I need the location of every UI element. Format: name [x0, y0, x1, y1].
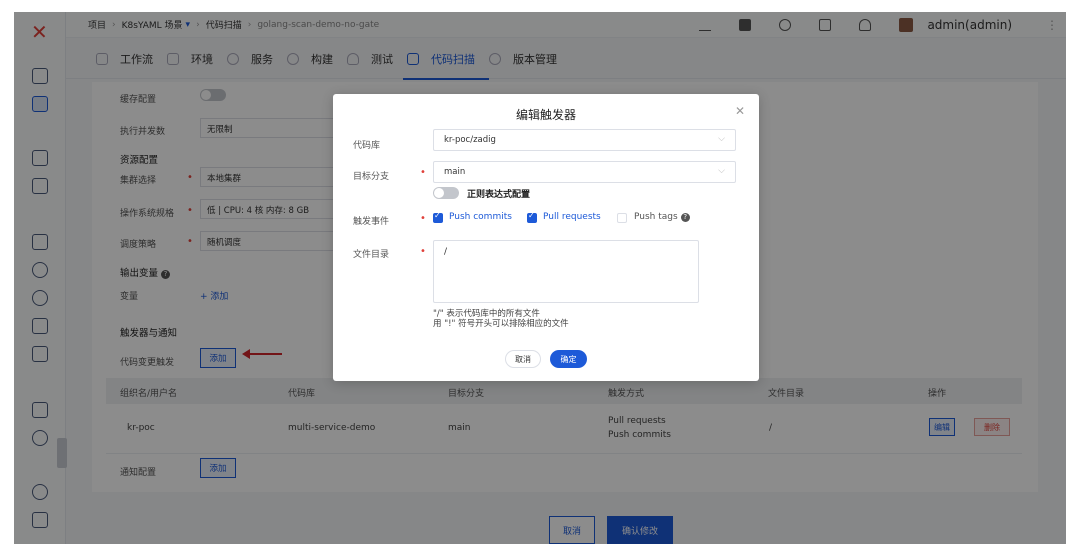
branch-label: 目标分支: [353, 172, 390, 182]
required-mark: •: [420, 246, 426, 257]
help-icon[interactable]: ?: [680, 213, 690, 222]
push-tags-checkbox[interactable]: [617, 213, 627, 223]
required-mark: •: [420, 213, 426, 224]
pull-requests-checkbox[interactable]: [527, 211, 537, 223]
dialog-title: 编辑触发器: [515, 108, 576, 122]
regex-toggle[interactable]: [433, 187, 459, 199]
regex-label: 正则表达式配置: [467, 190, 531, 200]
dialog-cancel-button[interactable]: 取消: [505, 350, 541, 368]
branch-select[interactable]: main ⌵: [433, 161, 736, 183]
repo-select[interactable]: kr-poc/zadig ⌵: [433, 129, 736, 151]
push-tags-text: Push tags: [634, 212, 678, 222]
dir-textarea[interactable]: /: [433, 240, 699, 303]
branch-value: main: [444, 167, 466, 177]
edit-trigger-dialog: 编辑触发器 ✕ 代码库 kr-poc/zadig ⌵ 目标分支 • main ⌵…: [333, 94, 759, 381]
events-label: 触发事件: [353, 217, 390, 227]
dialog-ok-button[interactable]: 确定: [550, 350, 587, 368]
close-icon[interactable]: ✕: [735, 104, 745, 118]
push-tags-label[interactable]: Push tags?: [634, 212, 690, 222]
required-mark: •: [420, 167, 426, 178]
push-commits-label[interactable]: Push commits: [449, 212, 512, 222]
push-commits-checkbox[interactable]: [433, 211, 443, 223]
chevron-down-icon: ⌵: [718, 166, 725, 176]
repo-label: 代码库: [353, 141, 381, 151]
dir-label: 文件目录: [353, 250, 390, 260]
pull-requests-label[interactable]: Pull requests: [543, 212, 601, 222]
dir-hint-2: 用 "!" 符号开头可以排除相应的文件: [433, 319, 569, 329]
repo-value: kr-poc/zadig: [444, 135, 496, 145]
chevron-down-icon: ⌵: [718, 134, 725, 144]
